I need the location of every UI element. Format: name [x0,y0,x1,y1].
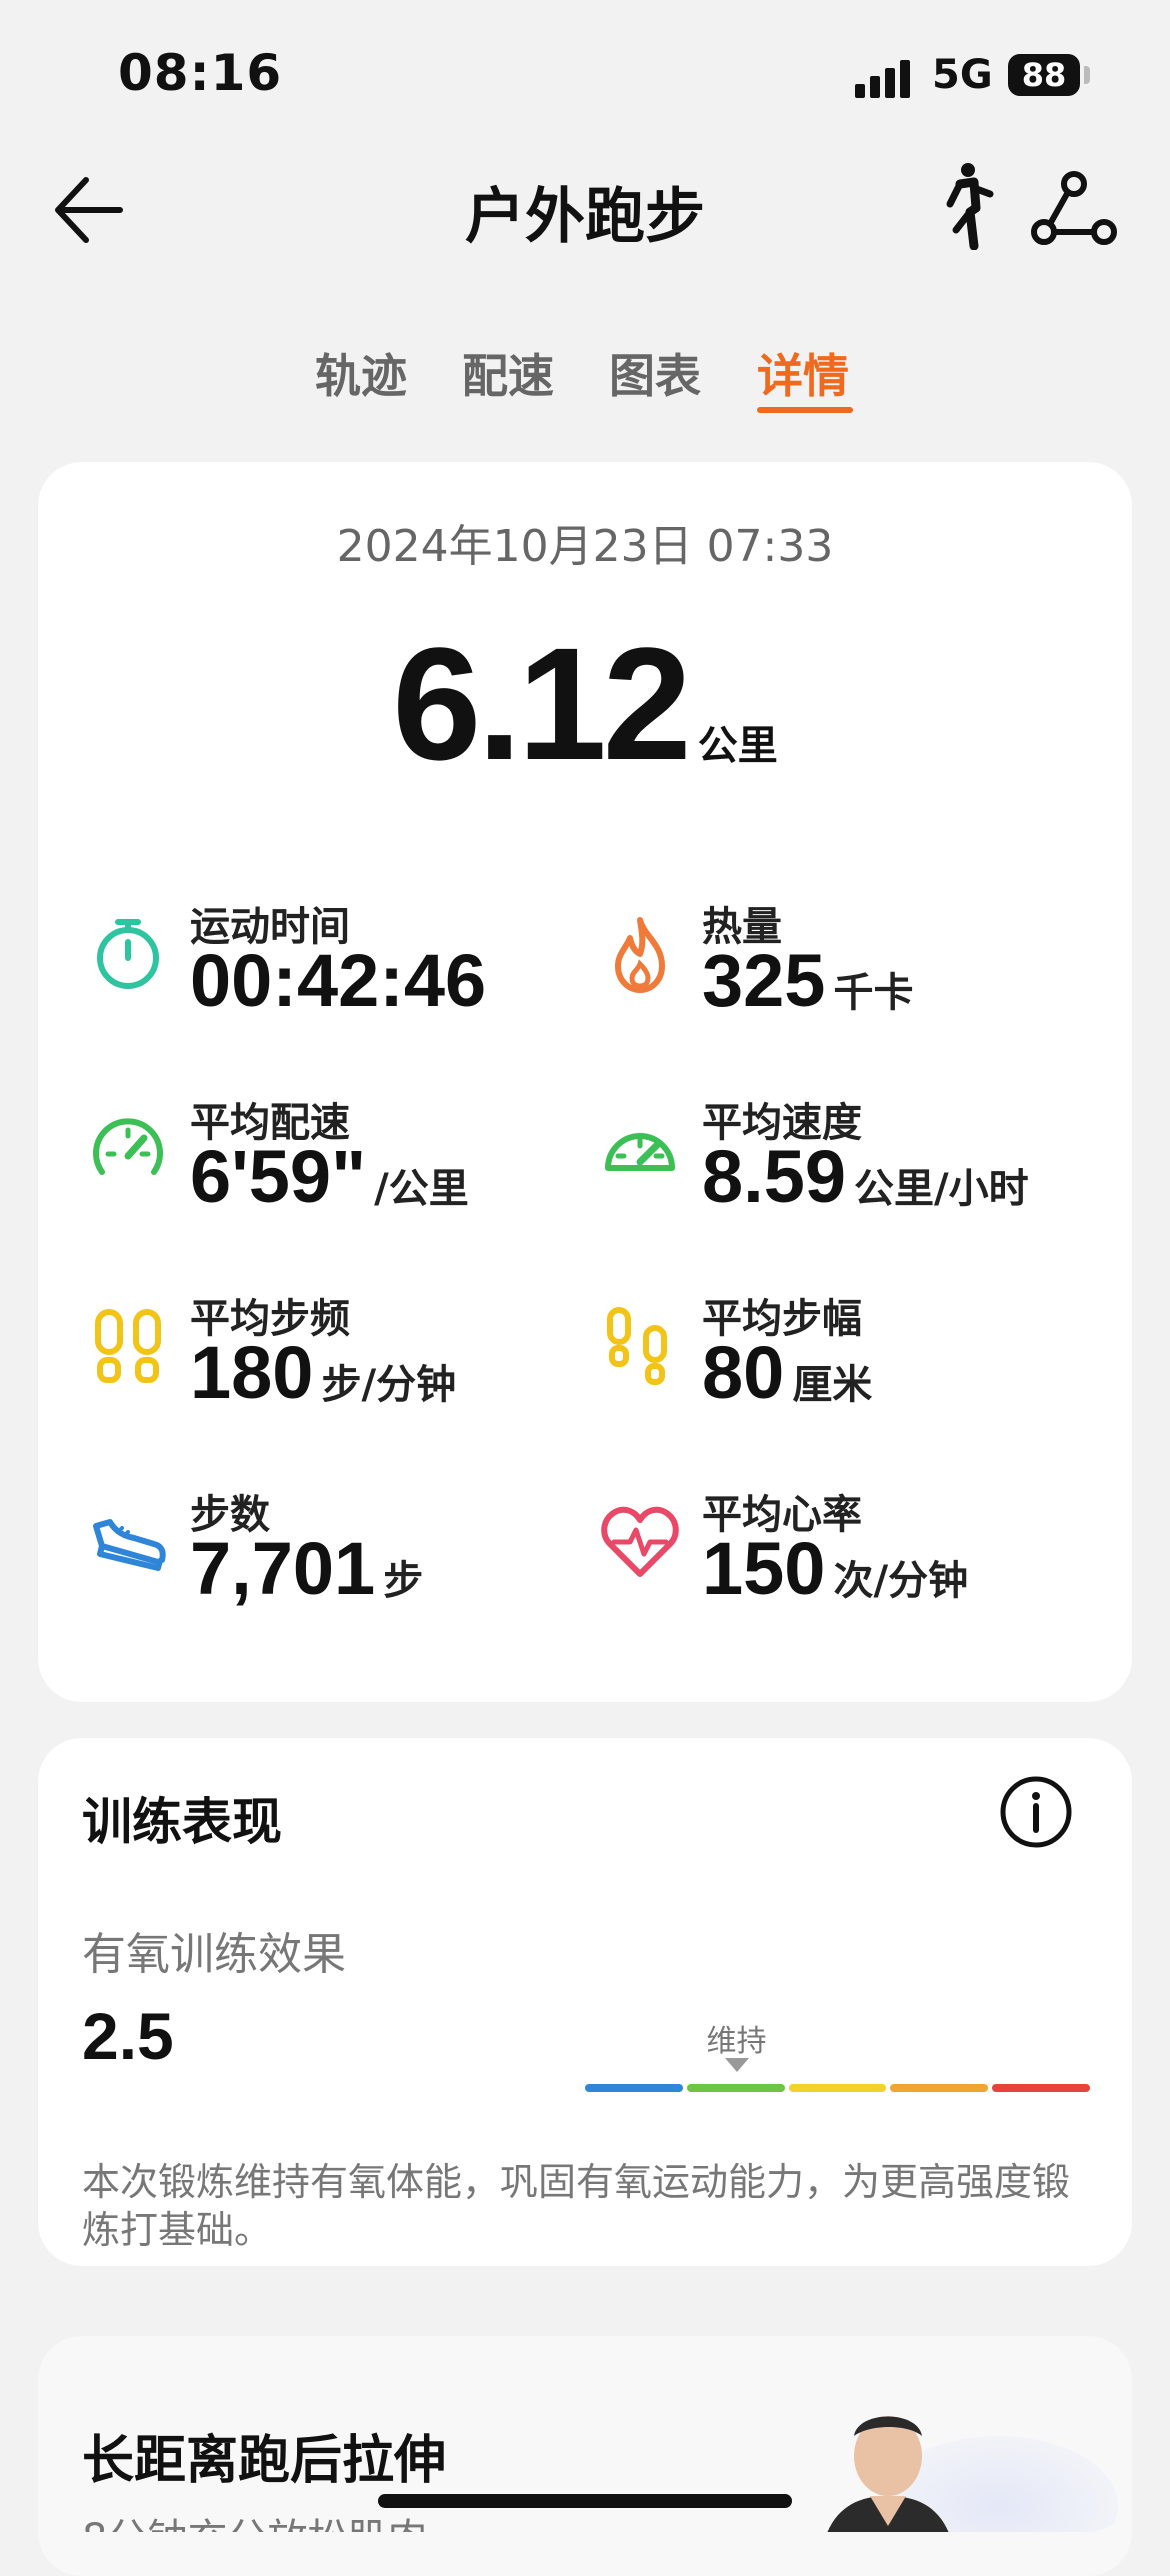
scale-segment [686,2084,785,2092]
scale-segment [992,2084,1090,2092]
aerobic-effect-value: 2.5 [82,1999,174,2073]
training-performance-card: 训练表现 有氧训练效果 2.5 维持 本次锻炼维持有氧体能，巩固有氧运动能力，为… [38,1738,1132,2266]
route-share-icon [1031,171,1117,245]
summary-card: 2024年10月23日 07:33 6.12 公里 运动时间 00:42:46 热… [38,462,1132,1702]
metric-value: 7,701 [190,1527,376,1610]
scale-segment [585,2084,683,2092]
aerobic-effect-scale [585,2084,1090,2092]
tab-bar: 轨迹 配速 图表 详情 [0,340,1170,430]
tab-active-indicator [757,407,853,413]
distance-unit: 公里 [697,723,778,769]
status-time: 08:16 [118,44,283,102]
runner-button[interactable] [930,160,1000,251]
status-bar: 08:16 5G 88 [0,0,1170,140]
metric-value: 6'59" [190,1135,367,1218]
signal-icon [855,58,915,98]
battery-icon: 88 [1008,54,1080,96]
athlete-illustration-icon [827,2416,949,2532]
stretch-recommendation-card[interactable]: 长距离跑后拉伸 8分钟充分放松肌肉 [38,2336,1132,2576]
metric-value: 325 [702,939,826,1022]
battery-cap [1084,66,1090,84]
home-indicator[interactable] [378,2494,792,2508]
aerobic-effect-label: 有氧训练效果 [82,1929,346,1980]
metric-avg-cadence: 平均步频 180 步/分钟 [88,1286,608,1436]
metric-calories: 热量 325 千卡 [600,894,1120,1044]
info-icon [1000,1776,1072,1848]
metric-unit: 步/分钟 [321,1362,457,1408]
metric-value: 150 [702,1527,826,1610]
metric-avg-heart-rate: 平均心率 150 次/分钟 [600,1482,1120,1632]
runner-icon [946,163,994,251]
tab-chart[interactable]: 图表 [609,340,701,406]
metric-unit: 步 [383,1558,424,1604]
metric-unit: 次/分钟 [833,1558,969,1604]
metric-unit: /公里 [374,1166,469,1212]
scale-segment [788,2084,887,2092]
metric-steps: 步数 7,701 步 [88,1482,608,1632]
scale-pointer-icon [724,2058,749,2072]
metric-duration: 运动时间 00:42:46 [88,894,608,1044]
tab-details[interactable]: 详情 [757,340,849,406]
footprints-icon [95,1309,161,1383]
metric-value: 80 [702,1331,785,1414]
stopwatch-icon [97,919,159,989]
training-description: 本次锻炼维持有氧体能，巩固有氧运动能力，为更高强度锻炼打基础。 [82,2160,1071,2252]
metric-value: 8.59 [702,1135,847,1218]
info-button[interactable] [998,1774,1074,1850]
network-type: 5G [932,52,993,98]
distance-value: 6.12 [392,614,691,793]
metric-avg-pace: 平均配速 6'59"/公里 [88,1090,608,1240]
metric-avg-speed: 平均速度 8.59 公里/小时 [600,1090,1120,1240]
route-button[interactable] [1030,170,1120,250]
stretch-title: 长距离跑后拉伸 [82,2431,447,2491]
tab-pace[interactable]: 配速 [462,340,554,406]
metric-unit: 千卡 [833,970,914,1016]
scale-segment [890,2084,989,2092]
distance-display: 6.12 公里 [38,612,1132,796]
stride-footprints-icon [607,1307,667,1385]
heart-rate-icon [601,1506,679,1577]
metric-unit: 公里/小时 [854,1166,1029,1212]
stretch-subtitle: 8分钟充分放松肌肉 [82,2506,427,2532]
flame-icon [615,917,665,993]
training-title: 训练表现 [82,1793,282,1851]
workout-datetime: 2024年10月23日 07:33 [336,521,834,572]
pace-gauge-icon [93,1118,163,1175]
metric-unit: 厘米 [792,1362,873,1408]
metric-avg-stride: 平均步幅 80 厘米 [600,1286,1120,1436]
metric-value: 00:42:46 [190,939,487,1022]
speedometer-icon [605,1133,675,1171]
scale-level-label: 维持 [706,2024,767,2059]
tab-track[interactable]: 轨迹 [315,340,407,406]
metric-value: 180 [190,1331,314,1414]
sneaker-icon [93,1519,166,1571]
